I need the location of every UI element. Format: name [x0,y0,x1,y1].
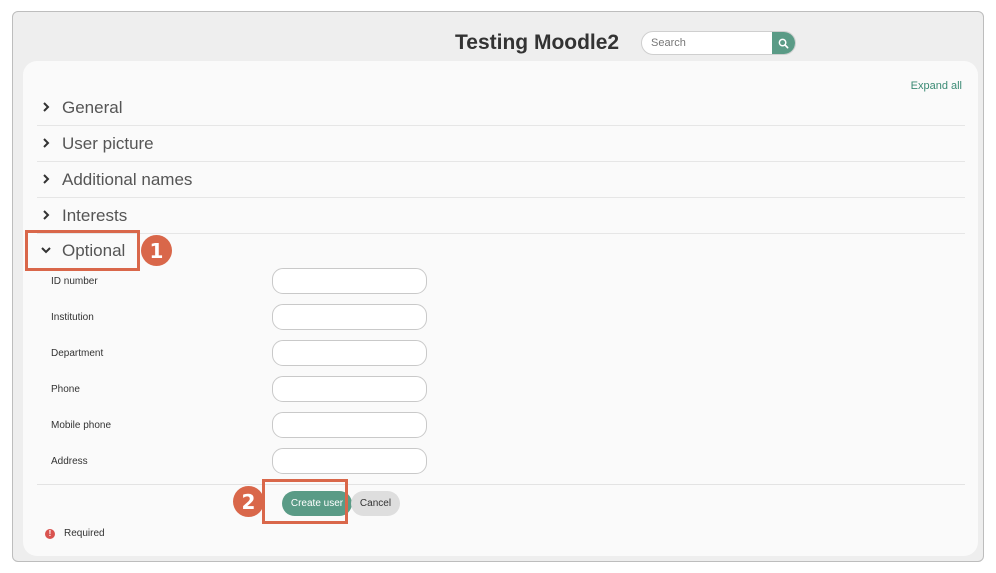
field-label: Address [51,456,88,467]
highlight-box-create-user [262,479,348,524]
department-input[interactable] [272,340,427,366]
field-label: Mobile phone [51,420,112,431]
required-icon: ! [45,528,55,539]
chevron-right-icon [43,174,50,184]
section-label: Interests [62,206,128,225]
section-interests[interactable]: Interests [37,198,965,234]
field-row-id-number: ID number [51,268,451,294]
step-badge-1: 1 [141,235,172,266]
search-icon [778,38,789,48]
user-form-card: Expand all General User picture Addition… [23,61,978,556]
search-input[interactable] [642,32,772,54]
step-badge-2: 2 [233,486,264,517]
field-label: Department [51,348,104,359]
site-title[interactable]: Testing Moodle2 [455,31,619,55]
section-label: User picture [62,134,154,153]
required-label: Required [64,528,105,539]
phone-input[interactable] [272,376,427,402]
chevron-right-icon [43,102,50,112]
address-input[interactable] [272,448,427,474]
field-row-address: Address [51,448,451,474]
search-box [641,31,796,55]
field-label: Institution [51,312,94,323]
highlight-box-optional [25,230,140,271]
section-label: Additional names [62,170,193,189]
page-header: Testing Moodle2 [13,12,983,62]
field-label: ID number [51,276,98,287]
field-row-department: Department [51,340,451,366]
chevron-right-icon [43,210,50,220]
field-row-phone: Phone [51,376,451,402]
section-optional[interactable]: Optional [37,233,965,269]
field-row-institution: Institution [51,304,451,330]
institution-input[interactable] [272,304,427,330]
chevron-right-icon [43,138,50,148]
mobile-phone-input[interactable] [272,412,427,438]
browser-window: Testing Moodle2 Expand all General User … [12,11,984,562]
section-label: General [62,98,123,117]
cancel-button[interactable]: Cancel [351,491,400,516]
section-general[interactable]: General [37,90,965,126]
search-button[interactable] [772,32,795,54]
form-divider [37,484,965,485]
id-number-input[interactable] [272,268,427,294]
field-label: Phone [51,384,80,395]
field-row-mobile-phone: Mobile phone [51,412,451,438]
section-user-picture[interactable]: User picture [37,126,965,162]
required-legend: ! Required [45,528,105,539]
section-additional-names[interactable]: Additional names [37,162,965,198]
